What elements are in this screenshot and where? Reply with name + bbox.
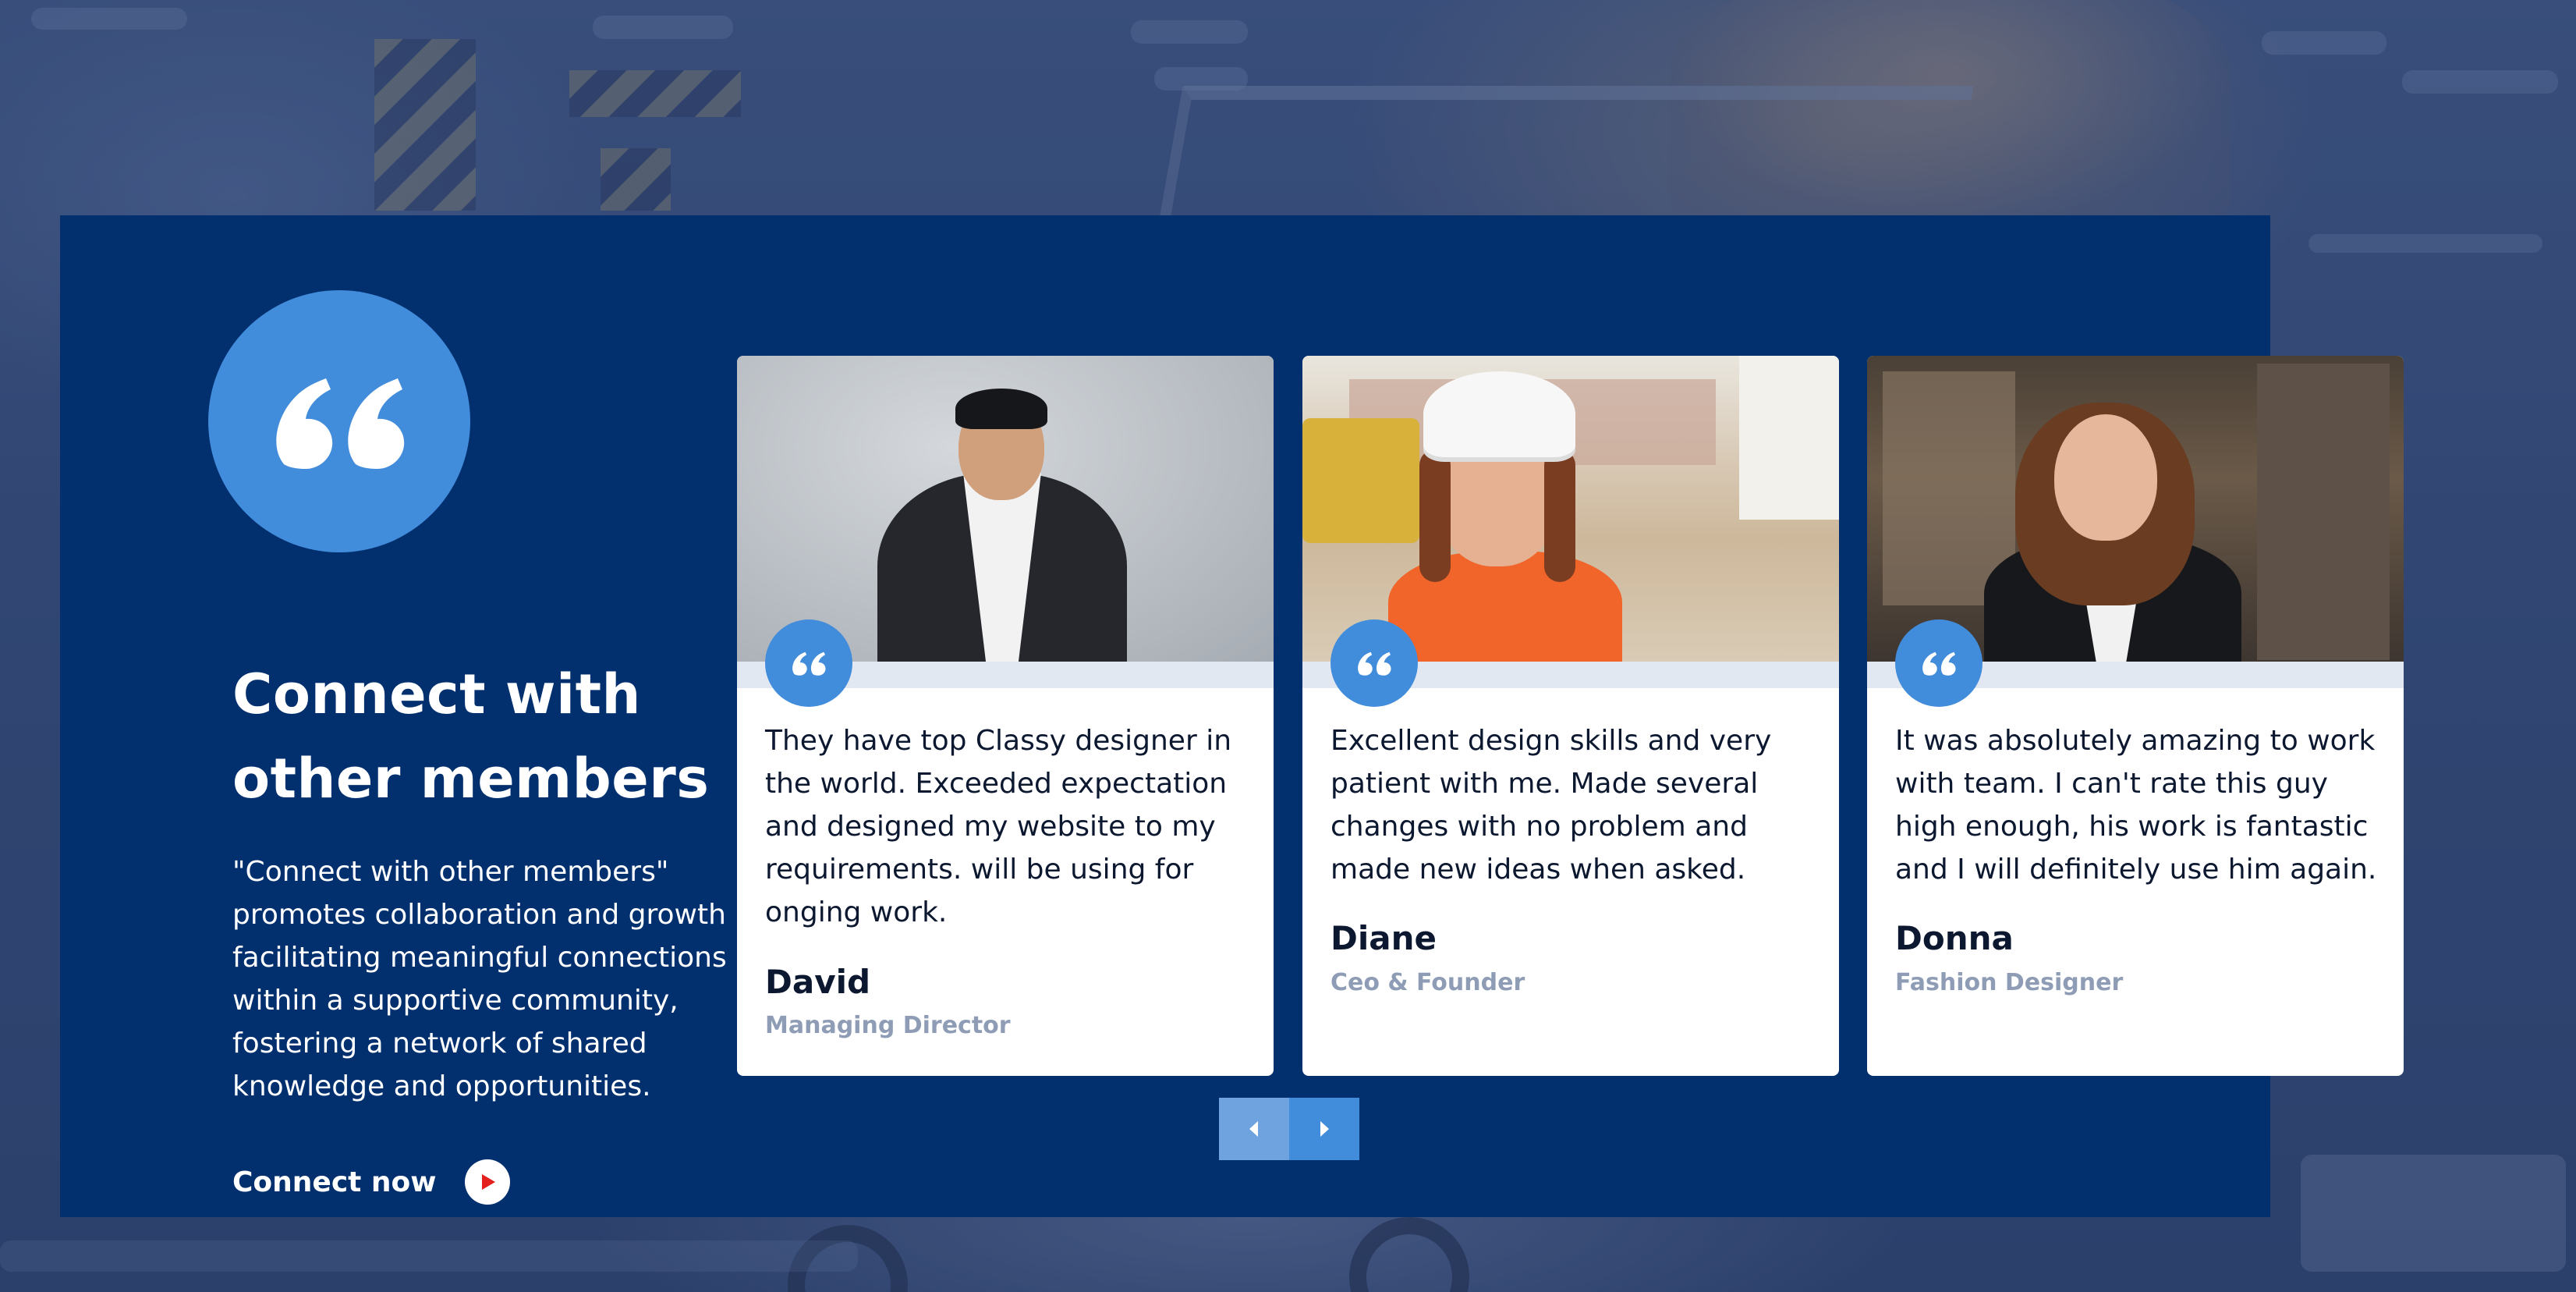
play-icon[interactable] [464, 1159, 510, 1205]
david-photo [737, 356, 1274, 662]
testimonial-quote: Excellent design skills and very patient… [1331, 725, 1772, 886]
testimonial-card-donna: It was absolutely amazing to work with t… [1867, 356, 2404, 1076]
testimonial-quote: It was absolutely amazing to work with t… [1895, 725, 2377, 886]
testimonial-card-david: They have top Classy designer in the wor… [737, 356, 1274, 1076]
testimonial-role: Managing Director [765, 1012, 1011, 1039]
testimonial-name: David [765, 963, 871, 1001]
testimonial-role: Fashion Designer [1895, 969, 2124, 996]
quote-icon [765, 619, 852, 707]
slider-navigation [1219, 1098, 1359, 1160]
connect-now-label: Connect now [232, 1166, 437, 1198]
quote-icon [208, 290, 470, 552]
chevron-right-icon [1320, 1121, 1329, 1137]
prev-button[interactable] [1219, 1098, 1289, 1160]
testimonial-name: Donna [1895, 919, 2014, 957]
testimonial-quote: They have top Classy designer in the wor… [765, 725, 1232, 928]
intro-column: Connect with other members "Connect with… [232, 652, 778, 1108]
quote-icon [1895, 619, 1982, 707]
quote-icon [1331, 619, 1418, 707]
testimonial-role: Ceo & Founder [1331, 969, 1525, 996]
next-button[interactable] [1289, 1098, 1359, 1160]
donna-photo [1867, 356, 2404, 662]
section-title: Connect with other members [232, 652, 778, 821]
testimonial-card-diane: Excellent design skills and very patient… [1302, 356, 1839, 1076]
diane-photo [1302, 356, 1839, 662]
section-title-line1: Connect with [232, 662, 641, 726]
section-title-line2: other members [232, 747, 710, 811]
chevron-left-icon [1249, 1121, 1258, 1137]
testimonial-name: Diane [1331, 919, 1437, 957]
connect-now-link[interactable]: Connect now [232, 1159, 510, 1205]
section-description: "Connect with other members" promotes co… [232, 856, 770, 1102]
